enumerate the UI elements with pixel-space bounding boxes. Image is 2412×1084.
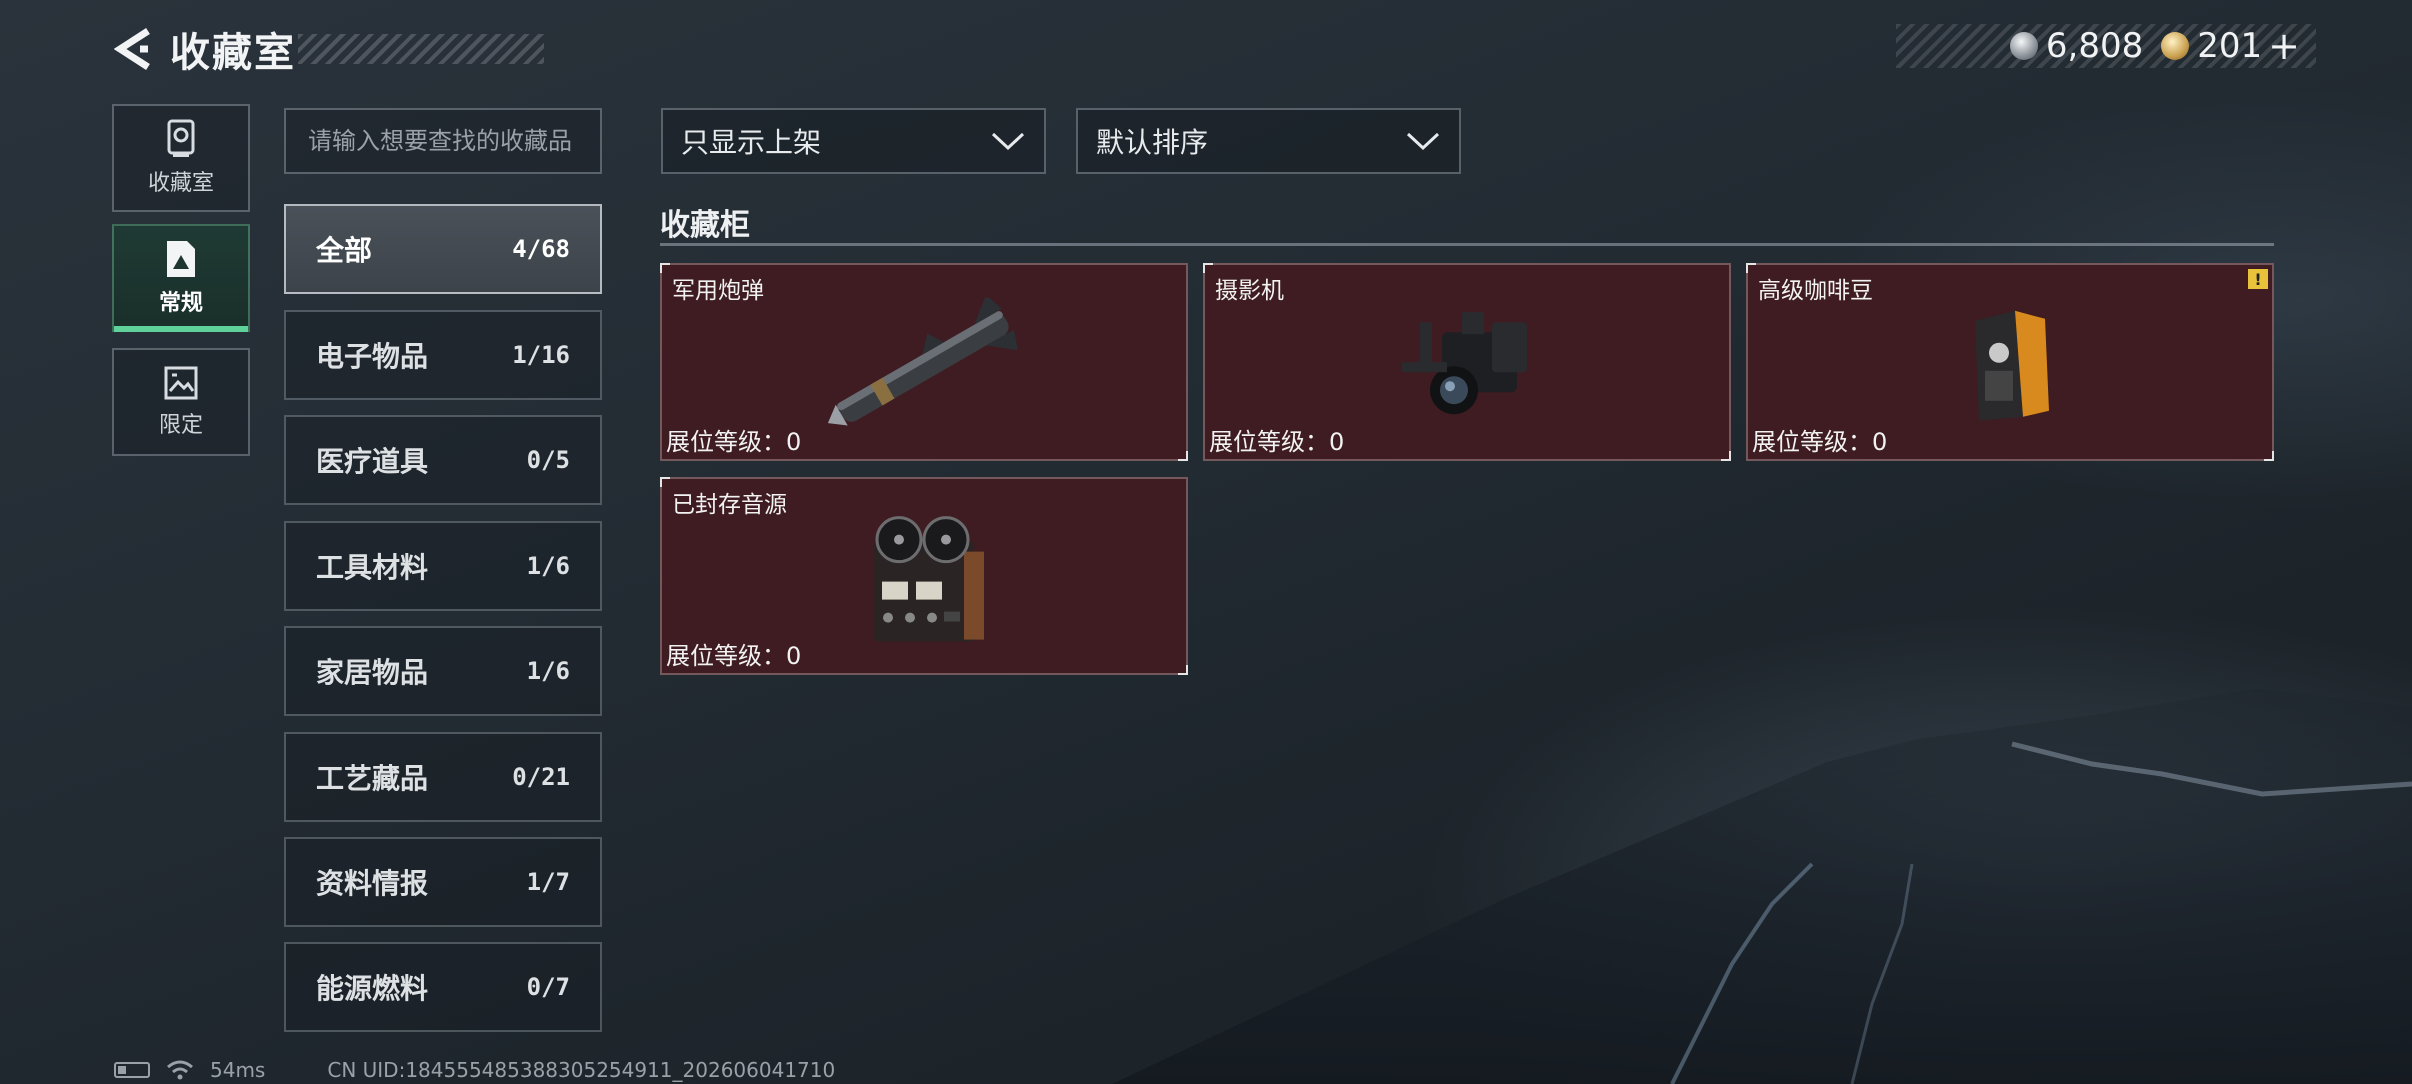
category-name: 全部 bbox=[316, 234, 373, 267]
trophy-icon bbox=[167, 119, 195, 157]
category-all[interactable]: 全部 4/68 bbox=[284, 204, 602, 294]
currency-bar: 6,808 201 + bbox=[1896, 24, 2316, 68]
category-name: 工艺藏品 bbox=[316, 762, 429, 795]
category-count: 0/7 bbox=[526, 973, 570, 1001]
item-level: 展位等级：0 bbox=[1209, 428, 1345, 456]
chevron-down-icon bbox=[1406, 132, 1440, 151]
category-name: 医疗道具 bbox=[316, 445, 429, 478]
silver-currency-value: 6,808 bbox=[2045, 26, 2144, 66]
category-crafts[interactable]: 工艺藏品 0/21 bbox=[284, 732, 602, 822]
wifi-icon bbox=[167, 1060, 193, 1080]
side-tab-regular[interactable]: 常规 bbox=[112, 224, 250, 332]
section-title: 收藏柜 bbox=[660, 208, 750, 243]
category-name: 能源燃料 bbox=[316, 972, 429, 1005]
item-name: 军用炮弹 bbox=[672, 278, 764, 304]
category-count: 1/6 bbox=[526, 657, 570, 685]
status-bar: 54ms CN UID:184555485388305254911_202606… bbox=[114, 1058, 835, 1082]
item-card-coffee-beans[interactable]: 高级咖啡豆 ! 展位等级：0 bbox=[1746, 263, 2274, 461]
category-count: 4/68 bbox=[512, 235, 570, 263]
category-count: 1/7 bbox=[526, 868, 570, 896]
item-level: 展位等级：0 bbox=[666, 428, 802, 456]
category-count: 1/6 bbox=[526, 552, 570, 580]
section-divider bbox=[660, 243, 2274, 246]
tape-recorder-icon bbox=[874, 516, 984, 642]
side-tab-label: 常规 bbox=[158, 291, 203, 316]
item-level: 展位等级：0 bbox=[666, 642, 802, 670]
category-count: 0/5 bbox=[526, 446, 570, 474]
ping-value: 54ms bbox=[210, 1058, 266, 1082]
warning-badge: ! bbox=[2248, 269, 2268, 289]
back-arrow-icon bbox=[114, 28, 150, 70]
item-name: 摄影机 bbox=[1215, 278, 1284, 304]
silver-currency: 6,808 bbox=[2009, 26, 2144, 66]
side-tab-collection-room[interactable]: 收藏室 bbox=[112, 104, 250, 212]
item-card-missile[interactable]: 军用炮弹 展位等级：0 bbox=[660, 263, 1188, 461]
category-household[interactable]: 家居物品 1/6 bbox=[284, 626, 602, 716]
category-electronics[interactable]: 电子物品 1/16 bbox=[284, 310, 602, 400]
background-mountain bbox=[1112, 688, 2412, 1084]
category-name: 资料情报 bbox=[316, 867, 429, 900]
gold-currency-value: 201 bbox=[2197, 26, 2263, 66]
camera-icon bbox=[1402, 312, 1527, 415]
category-medical[interactable]: 医疗道具 0/5 bbox=[284, 415, 602, 505]
item-name: 高级咖啡豆 bbox=[1758, 278, 1873, 304]
page-title: 收藏室 bbox=[170, 30, 296, 76]
display-filter-dropdown[interactable]: 只显示上架 bbox=[661, 108, 1046, 174]
item-level: 展位等级：0 bbox=[1752, 428, 1888, 456]
gold-currency[interactable]: 201 + bbox=[2161, 24, 2300, 68]
category-count: 0/21 bbox=[512, 763, 570, 791]
missile-icon bbox=[827, 297, 1018, 426]
back-button[interactable] bbox=[112, 24, 156, 74]
category-name: 电子物品 bbox=[316, 340, 429, 373]
category-fuel[interactable]: 能源燃料 0/7 bbox=[284, 942, 602, 1032]
category-name: 工具材料 bbox=[316, 551, 429, 584]
item-name: 已封存音源 bbox=[672, 492, 787, 518]
display-filter-value: 只显示上架 bbox=[681, 126, 822, 159]
coffee-bag-icon bbox=[1975, 310, 2049, 421]
side-tab-label: 收藏室 bbox=[147, 171, 214, 196]
category-tools[interactable]: 工具材料 1/6 bbox=[284, 521, 602, 611]
item-card-camera[interactable]: 摄影机 展位等级：0 bbox=[1203, 263, 1731, 461]
sort-value: 默认排序 bbox=[1096, 126, 1209, 159]
gold-coin-icon bbox=[2161, 32, 2190, 60]
side-tab-limited[interactable]: 限定 bbox=[112, 348, 250, 456]
document-icon bbox=[167, 241, 195, 277]
image-icon bbox=[164, 366, 198, 400]
header: 收藏室 bbox=[112, 24, 296, 76]
title-decoration bbox=[298, 34, 544, 64]
side-tab-label: 限定 bbox=[158, 413, 203, 438]
add-currency-icon[interactable]: + bbox=[2268, 24, 2300, 68]
item-card-tape-recorder[interactable]: 已封存音源 展位等级：0 bbox=[660, 477, 1188, 675]
silver-coin-icon bbox=[2009, 32, 2038, 60]
user-uid: CN UID:184555485388305254911_20260604171… bbox=[327, 1058, 836, 1082]
category-count: 1/16 bbox=[512, 341, 570, 369]
battery-icon bbox=[114, 1062, 150, 1078]
category-name: 家居物品 bbox=[316, 656, 429, 689]
sort-dropdown[interactable]: 默认排序 bbox=[1076, 108, 1461, 174]
chevron-down-icon bbox=[991, 132, 1025, 151]
category-intel[interactable]: 资料情报 1/7 bbox=[284, 837, 602, 927]
search-input[interactable] bbox=[284, 108, 602, 174]
